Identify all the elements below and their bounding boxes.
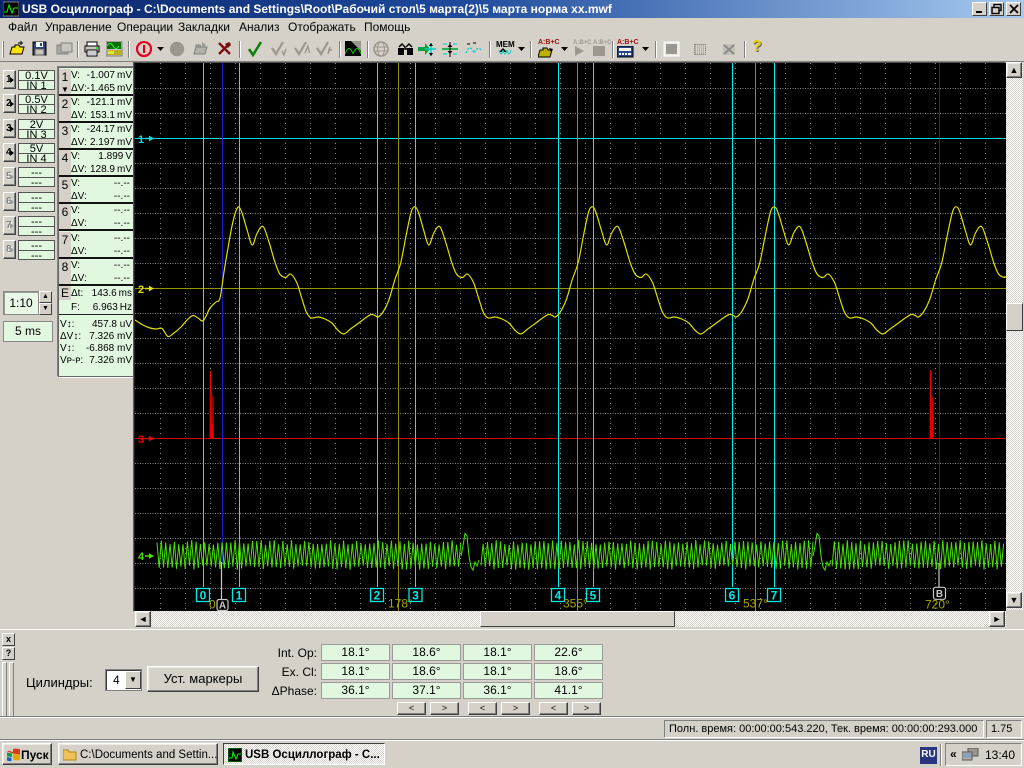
svg-text:7: 7 [771,588,778,602]
svg-text:A: A [219,601,226,611]
svg-text:355°: 355° [563,597,588,611]
svg-text:537°: 537° [743,597,768,611]
svg-text:3: 3 [138,434,144,446]
svg-text:720°: 720° [925,598,950,612]
svg-text:1: 1 [236,588,243,602]
svg-text:4: 4 [555,588,562,602]
svg-text:0: 0 [200,588,207,602]
svg-text:2: 2 [138,284,144,296]
svg-text:5: 5 [590,588,597,602]
svg-text:2: 2 [374,588,381,602]
svg-text:0: 0 [209,598,216,612]
svg-text:1: 1 [138,134,144,146]
svg-text:6: 6 [729,588,736,602]
svg-text:3: 3 [412,588,419,602]
svg-text:178°: 178° [388,597,413,611]
svg-text:4: 4 [138,551,145,563]
